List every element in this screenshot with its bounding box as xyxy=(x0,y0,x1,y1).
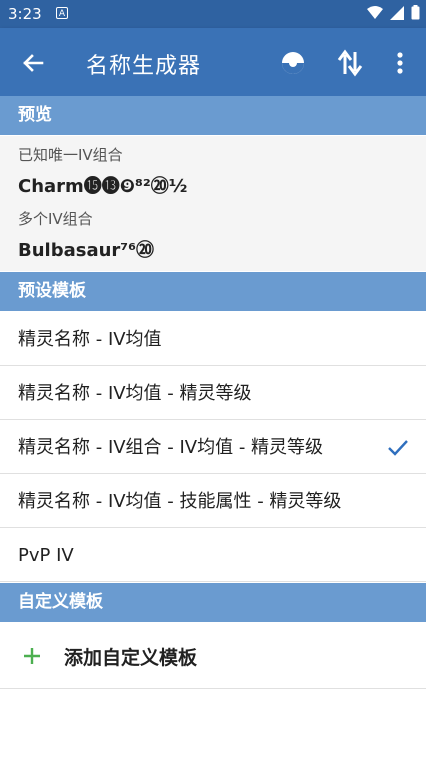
arrow-back-icon[interactable] xyxy=(18,48,48,78)
unique-iv-preview: Charm⓯⓭❾⁸²⑳½ xyxy=(18,176,188,197)
preset-item-label: 精灵名称 - IV组合 - IV均值 - 精灵等级 xyxy=(18,437,324,458)
unique-iv-label: 已知唯一IV组合 xyxy=(18,146,123,164)
pokeball-icon[interactable] xyxy=(278,48,308,78)
plus-icon xyxy=(24,648,40,664)
presets-header: 预设模板 xyxy=(0,272,426,311)
preset-item-label: 精灵名称 - IV均值 xyxy=(18,329,162,350)
add-custom-template-button[interactable]: 添加自定义模板 xyxy=(0,625,426,689)
preset-item[interactable]: 精灵名称 - IV均值 - 精灵等级 xyxy=(0,367,426,420)
swap-icon[interactable] xyxy=(335,46,365,80)
custom-header: 自定义模板 xyxy=(0,583,426,622)
more-vert-icon[interactable] xyxy=(388,48,412,78)
preview-panel: 已知唯一IV组合 Charm⓯⓭❾⁸²⑳½ 多个IV组合 Bulbasaur⁷⁶… xyxy=(0,136,426,271)
preset-item-label: 精灵名称 - IV均值 - 精灵等级 xyxy=(18,383,252,404)
notification-icon: A xyxy=(56,7,68,19)
wifi-icon xyxy=(367,5,383,19)
preset-item-label: 精灵名称 - IV均值 - 技能属性 - 精灵等级 xyxy=(18,491,342,512)
add-custom-template-label: 添加自定义模板 xyxy=(64,647,198,669)
status-time: 3:23 xyxy=(8,5,42,23)
app-toolbar: 名称生成器 xyxy=(0,28,426,96)
battery-icon xyxy=(411,5,420,20)
page-title: 名称生成器 xyxy=(86,54,202,79)
preset-item-label: PvP IV xyxy=(18,545,74,566)
signal-icon xyxy=(390,5,404,20)
preset-item-selected[interactable]: 精灵名称 - IV组合 - IV均值 - 精灵等级 xyxy=(0,421,426,474)
check-icon xyxy=(388,440,408,456)
preset-item[interactable]: 精灵名称 - IV均值 xyxy=(0,313,426,366)
preset-item[interactable]: PvP IV xyxy=(0,529,426,582)
multi-iv-label: 多个IV组合 xyxy=(18,210,93,228)
preset-item[interactable]: 精灵名称 - IV均值 - 技能属性 - 精灵等级 xyxy=(0,475,426,528)
preview-header: 预览 xyxy=(0,96,426,135)
multi-iv-preview: Bulbasaur⁷⁶⑳ xyxy=(18,240,155,261)
status-bar: 3:23 A xyxy=(0,0,426,28)
